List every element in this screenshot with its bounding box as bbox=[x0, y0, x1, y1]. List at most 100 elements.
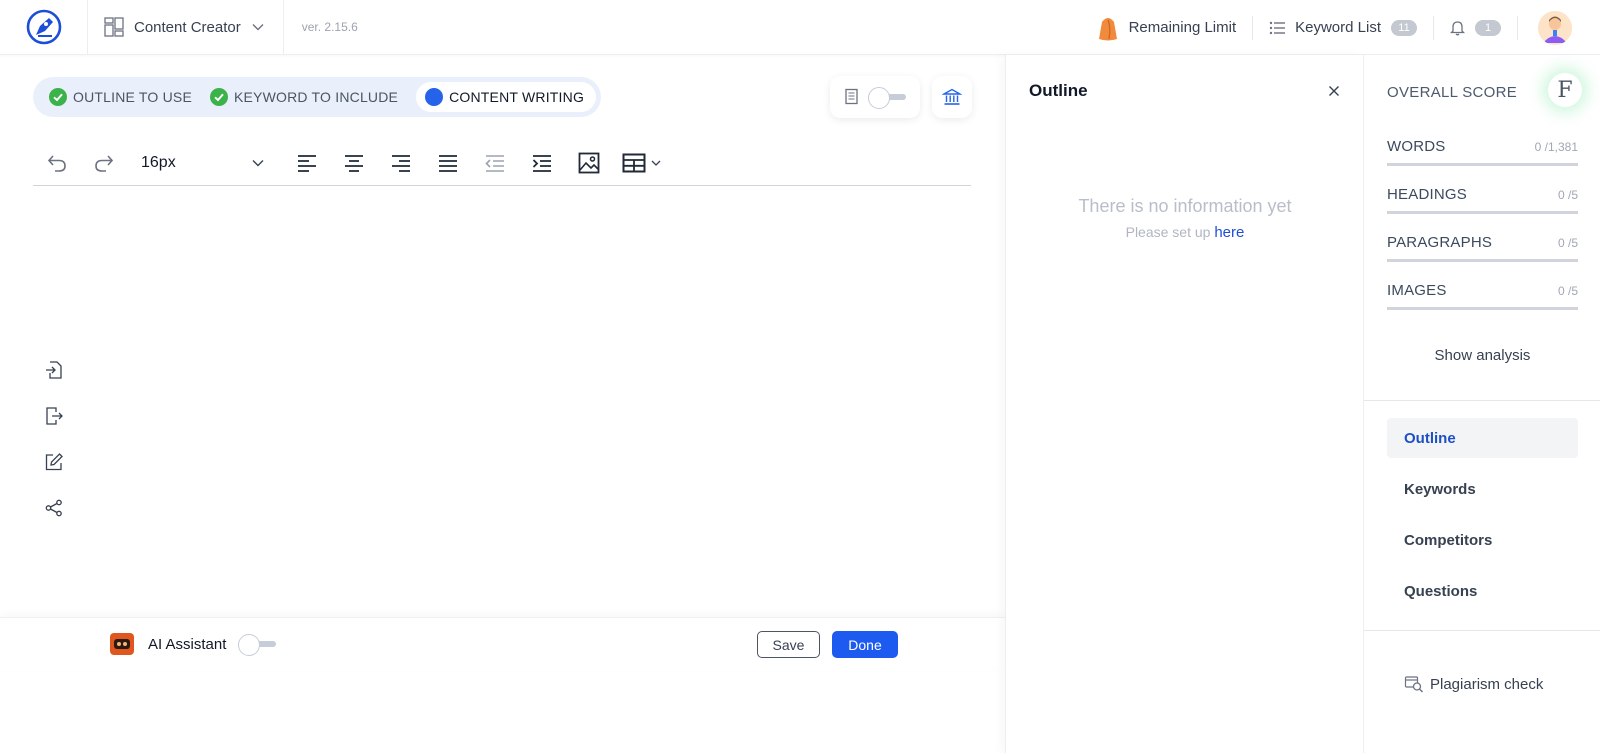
import-icon bbox=[46, 361, 62, 379]
chevron-down-icon bbox=[252, 159, 264, 166]
close-outline-button[interactable] bbox=[1326, 83, 1342, 99]
avatar-icon bbox=[1538, 10, 1572, 45]
align-center-button[interactable] bbox=[330, 143, 377, 183]
export-button[interactable] bbox=[40, 404, 68, 428]
logo-icon bbox=[26, 9, 61, 45]
metric-words: WORDS 0 /1,381 bbox=[1387, 130, 1578, 166]
active-step-dot-icon bbox=[425, 88, 444, 106]
metric-images: IMAGES 0 /5 bbox=[1387, 274, 1578, 310]
image-icon bbox=[578, 152, 599, 173]
align-left-icon bbox=[297, 154, 316, 172]
score-panel-tabs: Outline Keywords Competitors Questions bbox=[1387, 418, 1578, 622]
list-icon bbox=[1269, 21, 1286, 34]
insert-table-button[interactable] bbox=[612, 143, 672, 183]
outline-panel-title: Outline bbox=[1029, 81, 1088, 100]
setup-link[interactable]: here bbox=[1214, 224, 1244, 241]
redo-icon bbox=[94, 154, 113, 172]
version-label: ver. 2.15.6 bbox=[301, 20, 358, 34]
keyword-count-badge: 11 bbox=[1391, 19, 1417, 36]
user-avatar[interactable] bbox=[1538, 10, 1572, 45]
align-justify-button[interactable] bbox=[424, 143, 471, 183]
keyword-list-button[interactable]: Keyword List 11 bbox=[1253, 0, 1433, 55]
tab-keywords[interactable]: Keywords bbox=[1387, 469, 1578, 509]
step-content-writing[interactable]: CONTENT WRITING bbox=[416, 82, 597, 112]
empty-state-subtitle: Please set up here bbox=[1006, 224, 1364, 241]
align-center-icon bbox=[344, 154, 363, 172]
chevron-down-icon bbox=[651, 160, 661, 166]
indent-button[interactable] bbox=[518, 143, 565, 183]
app-switcher[interactable]: Content Creator bbox=[88, 0, 284, 55]
app-name: Content Creator bbox=[134, 18, 241, 36]
step-outline-to-use[interactable]: OUTLINE TO USE bbox=[49, 88, 192, 106]
document-icon bbox=[845, 88, 858, 105]
table-icon bbox=[622, 153, 646, 172]
undo-icon bbox=[47, 154, 66, 172]
done-button[interactable]: Done bbox=[832, 631, 898, 658]
notifications-button[interactable]: 1 bbox=[1434, 0, 1517, 55]
close-icon bbox=[1329, 86, 1339, 96]
step-label: KEYWORD TO INCLUDE bbox=[233, 89, 399, 105]
metric-value: 0 /1,381 bbox=[1534, 139, 1578, 154]
remaining-limit-label: Remaining Limit bbox=[1128, 19, 1237, 36]
outdent-button[interactable] bbox=[471, 143, 518, 183]
metric-label: HEADINGS bbox=[1387, 186, 1467, 203]
overall-grade: F bbox=[1548, 73, 1582, 107]
step-keyword-to-include[interactable]: KEYWORD TO INCLUDE bbox=[209, 88, 399, 106]
metric-paragraphs: PARAGRAPHS 0 /5 bbox=[1387, 226, 1578, 262]
tab-competitors[interactable]: Competitors bbox=[1387, 520, 1578, 560]
check-circle-icon bbox=[49, 88, 67, 106]
share-button[interactable] bbox=[40, 496, 68, 520]
font-size-value: 16px bbox=[141, 153, 176, 171]
step-label: CONTENT WRITING bbox=[449, 89, 585, 105]
metric-value: 0 /5 bbox=[1557, 187, 1578, 202]
tab-outline[interactable]: Outline bbox=[1387, 418, 1578, 458]
chevron-down-icon bbox=[252, 24, 264, 31]
editor-bottom-bar: AI Assistant Save Done bbox=[0, 617, 1005, 670]
top-bar: Content Creator ver. 2.15.6 Remaining Li… bbox=[0, 0, 1600, 55]
align-justify-icon bbox=[438, 154, 457, 172]
bank-icon bbox=[942, 88, 962, 105]
undo-button[interactable] bbox=[33, 143, 80, 183]
metric-label: PARAGRAPHS bbox=[1387, 234, 1493, 251]
outline-panel: Outline There is no information yet Plea… bbox=[1005, 55, 1363, 753]
editor-toolbar: 16px bbox=[33, 140, 971, 186]
ai-assistant-label: AI Assistant bbox=[148, 635, 227, 653]
show-analysis-button[interactable]: Show analysis bbox=[1364, 347, 1600, 364]
font-size-select[interactable]: 16px bbox=[131, 145, 271, 181]
export-icon bbox=[46, 407, 63, 425]
import-button[interactable] bbox=[40, 358, 68, 382]
ai-assistant-icon bbox=[110, 633, 134, 655]
tab-questions[interactable]: Questions bbox=[1387, 571, 1578, 611]
edit-button[interactable] bbox=[40, 450, 68, 474]
plagiarism-search-icon bbox=[1404, 676, 1423, 693]
save-button[interactable]: Save bbox=[757, 631, 820, 658]
keyword-list-label: Keyword List bbox=[1295, 19, 1381, 36]
redo-button[interactable] bbox=[80, 143, 127, 183]
grid-icon bbox=[104, 17, 124, 37]
metric-label: IMAGES bbox=[1387, 282, 1447, 299]
insert-image-button[interactable] bbox=[565, 143, 612, 183]
share-icon bbox=[45, 499, 62, 517]
align-left-button[interactable] bbox=[283, 143, 330, 183]
side-tools bbox=[40, 358, 68, 520]
overall-score-label: OVERALL SCORE bbox=[1387, 84, 1518, 101]
ai-assistant-toggle[interactable] bbox=[238, 634, 277, 656]
app-logo[interactable] bbox=[0, 0, 88, 55]
metric-headings: HEADINGS 0 /5 bbox=[1387, 178, 1578, 214]
view-mode-switch bbox=[830, 76, 920, 118]
bag-icon bbox=[1098, 17, 1117, 40]
library-button[interactable] bbox=[932, 76, 972, 118]
plagiarism-check-button[interactable]: Plagiarism check bbox=[1404, 675, 1543, 693]
empty-state-title: There is no information yet bbox=[1078, 196, 1292, 216]
empty-state-text: Please set up bbox=[1125, 224, 1215, 240]
remaining-limit-button[interactable]: Remaining Limit bbox=[1081, 0, 1253, 55]
align-right-button[interactable] bbox=[377, 143, 424, 183]
notification-count-badge: 1 bbox=[1475, 19, 1501, 36]
metric-label: WORDS bbox=[1387, 138, 1446, 155]
score-panel: OVERALL SCORE F WORDS 0 /1,381 HEADINGS … bbox=[1363, 55, 1600, 753]
view-mode-toggle[interactable] bbox=[868, 87, 906, 109]
step-label: OUTLINE TO USE bbox=[73, 89, 192, 105]
metric-value: 0 /5 bbox=[1557, 235, 1578, 250]
align-right-icon bbox=[391, 154, 410, 172]
divider bbox=[1517, 15, 1518, 40]
